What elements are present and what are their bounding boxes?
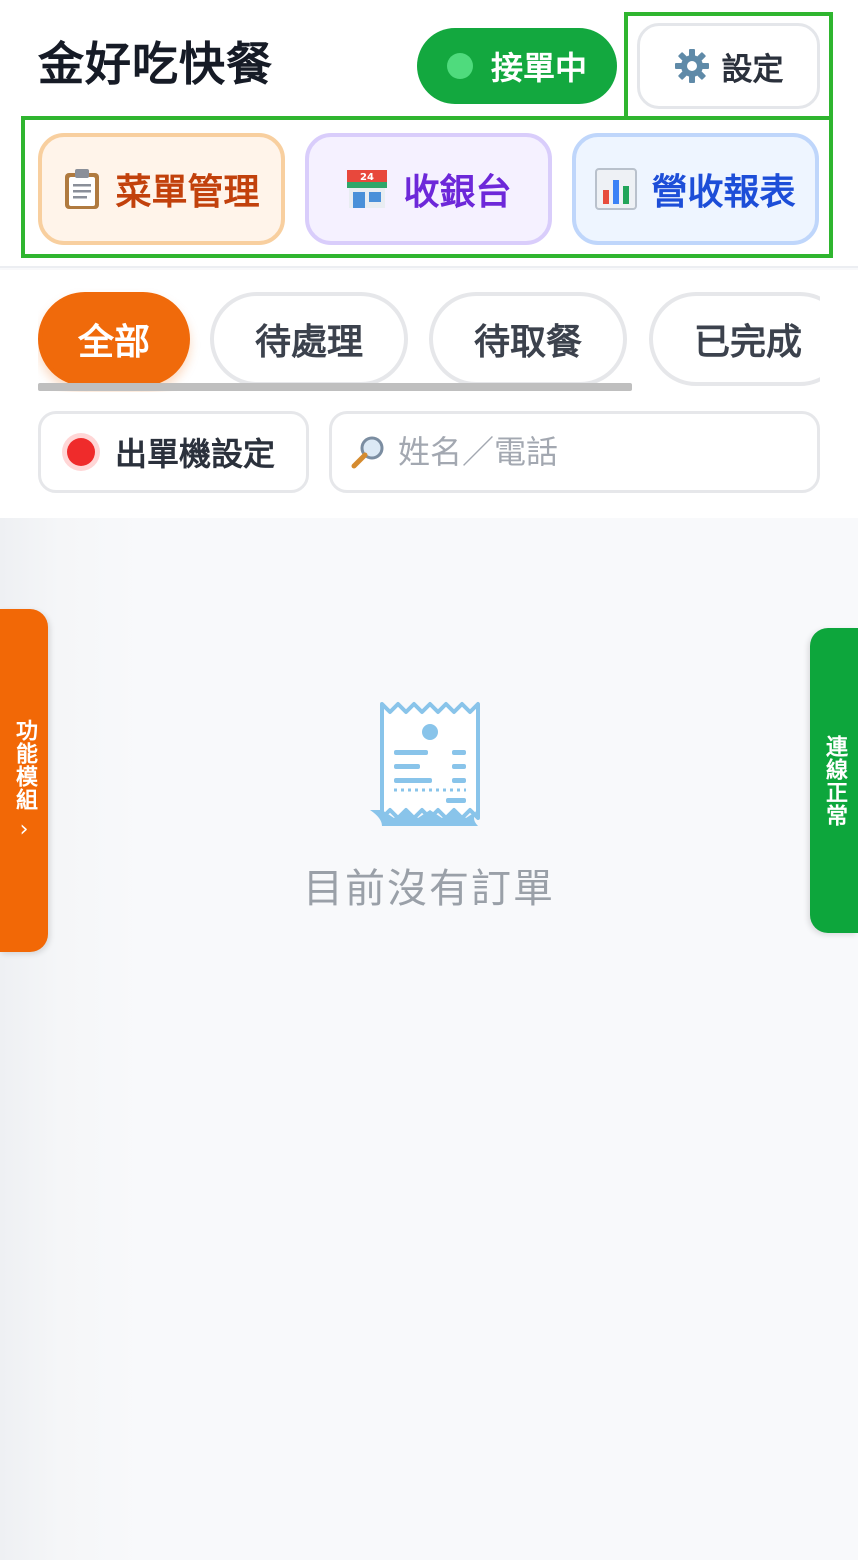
tab-pending[interactable]: 待處理 — [210, 292, 408, 386]
order-list-area — [0, 518, 858, 1560]
connection-status-label: 連線正常 — [822, 734, 847, 827]
header: 金好吃快餐 接單中 設定 菜單管理 24 收銀台 營收報表 — [0, 0, 858, 268]
connection-status-tab[interactable]: 連線正常 — [810, 628, 858, 933]
accepting-orders-toggle[interactable]: 接單中 — [417, 28, 617, 104]
menu-management-button[interactable]: 菜單管理 — [38, 133, 285, 245]
search-box[interactable] — [329, 411, 820, 493]
chevron-right-icon: › — [19, 817, 29, 842]
function-modules-drawer-tab[interactable]: 功能模組 › — [0, 609, 48, 952]
clipboard-icon — [63, 167, 101, 211]
cashier-label: 收銀台 — [403, 172, 512, 213]
app-title: 金好吃快餐 — [38, 37, 273, 91]
printer-settings-button[interactable]: 出單機設定 — [38, 411, 309, 493]
cashier-button[interactable]: 24 收銀台 — [305, 133, 552, 245]
svg-text:24: 24 — [361, 172, 375, 183]
search-input[interactable] — [398, 422, 817, 482]
empty-state-message: 目前沒有訂單 — [303, 866, 555, 912]
gear-icon — [674, 49, 709, 83]
order-filter-bar: 全部 待處理 待取餐 已完成 出單機設定 — [0, 270, 858, 518]
magnifier-icon — [351, 436, 384, 469]
tab-completed[interactable]: 已完成 — [649, 292, 820, 386]
status-dot-icon — [447, 53, 473, 79]
settings-button[interactable]: 設定 — [637, 23, 820, 109]
revenue-report-label: 營收報表 — [651, 172, 796, 213]
printer-status-dot-icon — [67, 438, 95, 466]
printer-settings-label: 出單機設定 — [115, 435, 276, 473]
tab-all[interactable]: 全部 — [38, 292, 190, 386]
status-label: 接單中 — [491, 49, 588, 87]
tab-scrollbar[interactable] — [38, 383, 632, 391]
bar-chart-icon — [595, 168, 638, 210]
status-tab-strip[interactable]: 全部 待處理 待取餐 已完成 — [38, 288, 820, 392]
tab-awaiting-pickup[interactable]: 待取餐 — [429, 292, 627, 386]
receipt-icon — [370, 702, 480, 826]
menu-management-label: 菜單管理 — [115, 172, 260, 213]
settings-label: 設定 — [721, 51, 784, 88]
function-modules-label: 功能模組 — [12, 719, 37, 811]
revenue-report-button[interactable]: 營收報表 — [572, 133, 819, 245]
store-24-icon: 24 — [345, 168, 389, 210]
